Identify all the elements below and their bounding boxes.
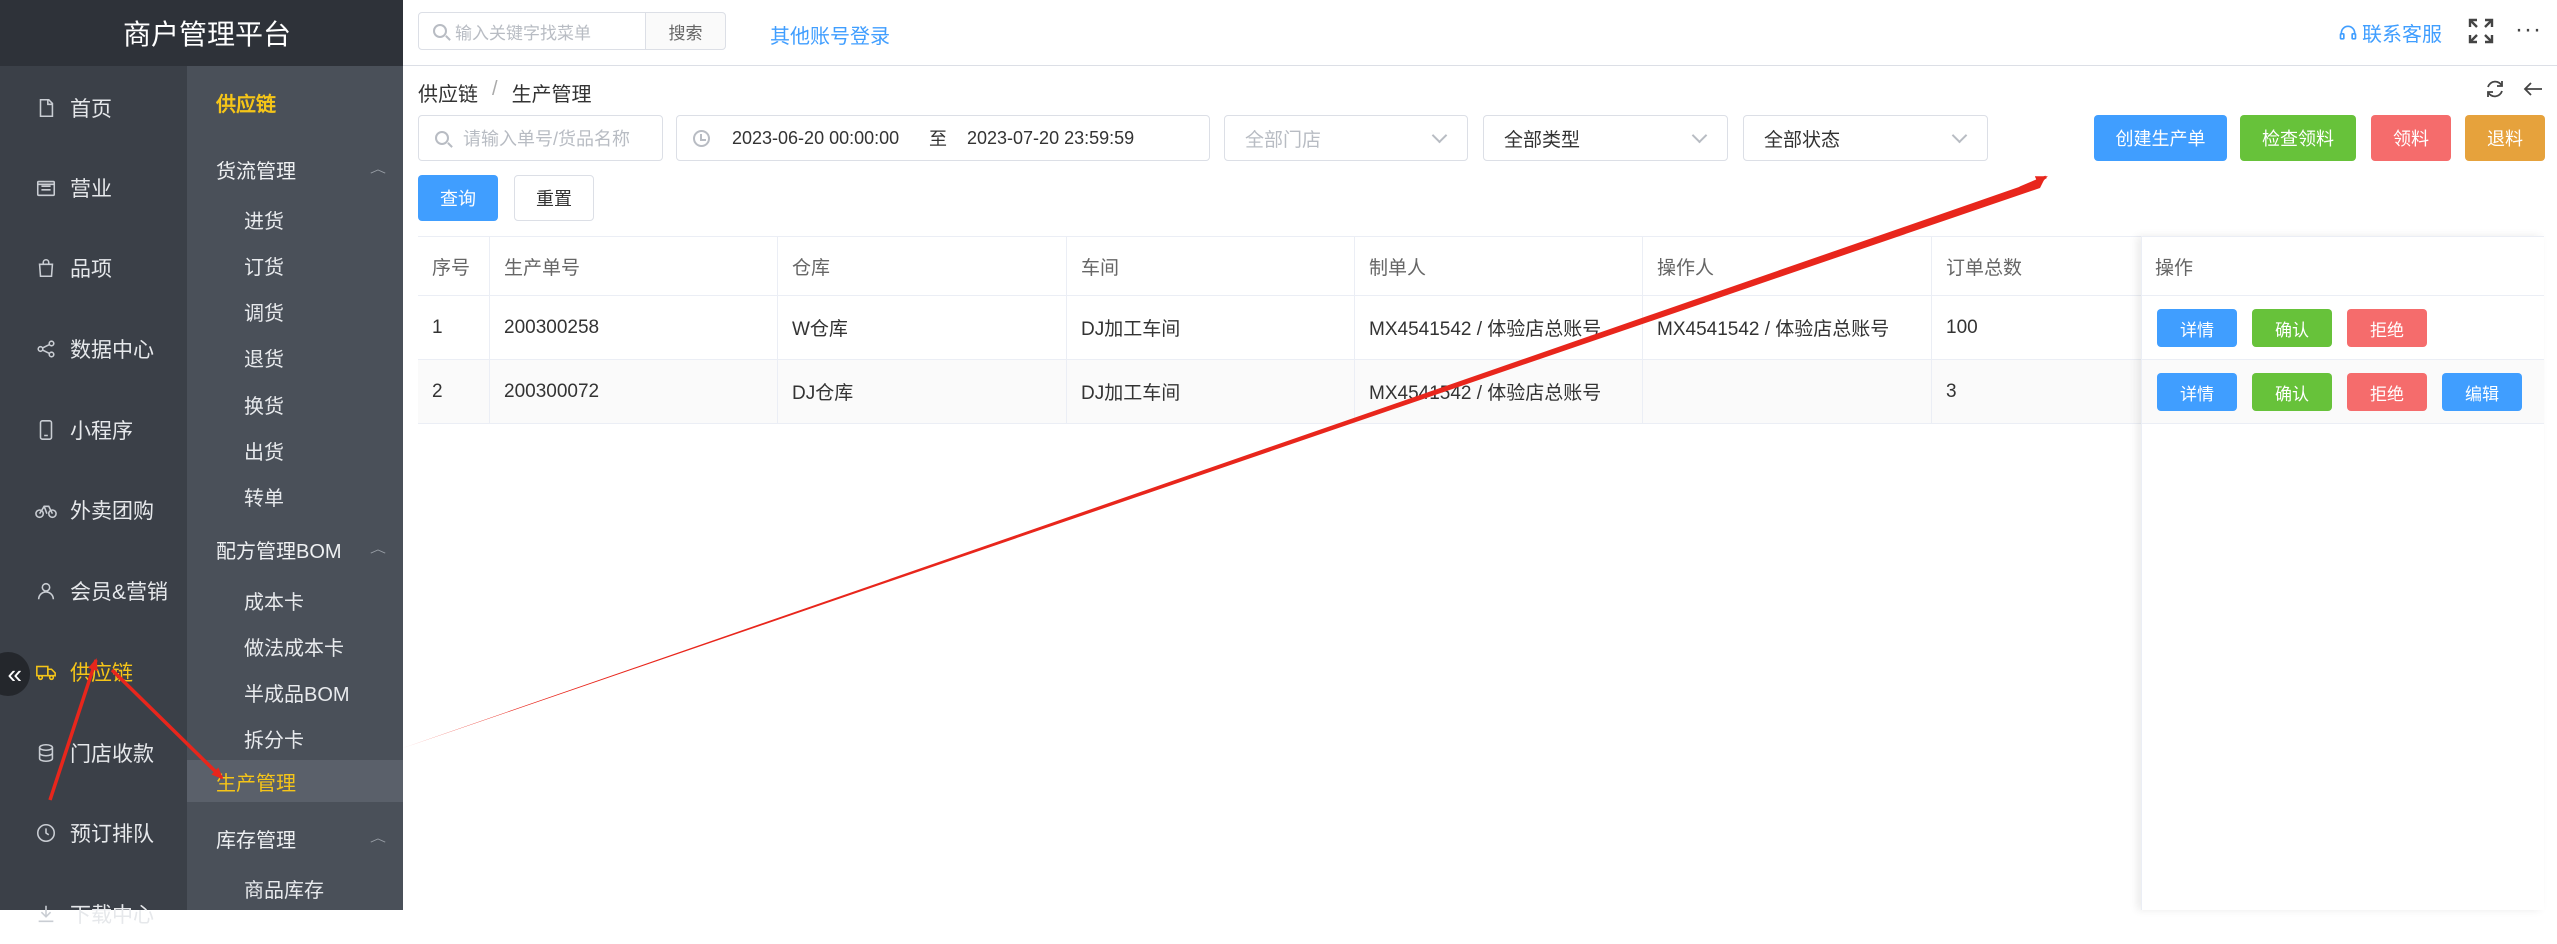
- clock-icon: [34, 821, 58, 845]
- headset-icon: [2339, 25, 2357, 40]
- breadcrumb-separator: /: [492, 78, 498, 100]
- submenu-item-outbound[interactable]: 出货: [244, 436, 284, 465]
- bike-icon: [34, 498, 58, 522]
- truck-icon: [34, 660, 58, 684]
- check-picking-button[interactable]: 检查领料: [2240, 115, 2356, 161]
- breadcrumb: 供应链 / 生产管理: [418, 78, 592, 107]
- coins-icon: [34, 741, 58, 765]
- chevron-up-icon: ︿: [369, 163, 386, 176]
- chevron-down-icon: [1431, 127, 1448, 144]
- register-icon: [34, 176, 58, 200]
- sidebar-item-store-payment[interactable]: 门店收款: [0, 723, 187, 783]
- cell-workshop: DJ加工车间: [1067, 360, 1355, 423]
- sidebar-item-products[interactable]: 品项: [0, 238, 187, 298]
- submenu-item-convert[interactable]: 转单: [244, 482, 284, 511]
- download-icon: [34, 902, 58, 926]
- cell-workshop: DJ加工车间: [1067, 296, 1355, 359]
- chevron-down-icon: [1951, 127, 1968, 144]
- submenu-item-return[interactable]: 退货: [244, 343, 284, 372]
- submenu-item-exchange[interactable]: 换货: [244, 390, 284, 419]
- breadcrumb-supply-chain[interactable]: 供应链: [418, 78, 478, 107]
- more-icon[interactable]: ···: [2515, 16, 2542, 44]
- submenu-item-stock[interactable]: 商品库存: [244, 874, 324, 903]
- col-index: 序号: [418, 237, 490, 295]
- cell-order-no: 200300258: [490, 296, 778, 359]
- cell-order-no: 200300072: [490, 360, 778, 423]
- sidebar-item-reservation[interactable]: 预订排队: [0, 803, 187, 863]
- submenu-item-semi-bom[interactable]: 半成品BOM: [244, 678, 350, 707]
- date-end: 2023-07-20 23:59:59: [967, 127, 1135, 148]
- type-select[interactable]: 全部类型: [1483, 115, 1728, 161]
- phone-icon: [34, 418, 58, 442]
- breadcrumb-production: 生产管理: [511, 84, 592, 106]
- contact-support-link[interactable]: 联系客服: [2338, 18, 2442, 47]
- chevron-up-icon: ︿: [369, 543, 386, 556]
- sidebar-item-download-center[interactable]: 下载中心: [0, 884, 187, 944]
- submenu-item-order[interactable]: 订货: [244, 251, 284, 280]
- pick-material-button[interactable]: 领料: [2371, 115, 2451, 161]
- fullscreen-icon[interactable]: [2468, 18, 2494, 44]
- submenu-item-production[interactable]: 生产管理: [187, 760, 403, 802]
- sidebar-item-mini-program[interactable]: 小程序: [0, 400, 187, 460]
- other-account-login-link[interactable]: 其他账号登录: [770, 20, 890, 49]
- cell-maker: MX4541542 / 体验店总账号: [1355, 296, 1643, 359]
- submenu-item-split-card[interactable]: 拆分卡: [244, 724, 304, 753]
- search-icon: [433, 24, 447, 38]
- query-button[interactable]: 查询: [418, 175, 498, 221]
- menu-search-input[interactable]: 输入关键字找菜单: [418, 12, 646, 50]
- user-icon: [34, 579, 58, 603]
- store-select[interactable]: 全部门店: [1224, 115, 1468, 161]
- date-range-separator: 至: [929, 129, 947, 149]
- sidebar-item-delivery[interactable]: 外卖团购: [0, 480, 187, 540]
- submenu-group-logistics[interactable]: 货流管理 ︿: [216, 155, 386, 184]
- date-range-picker[interactable]: 2023-06-20 00:00:00 至 2023-07-20 23:59:5…: [676, 115, 1210, 161]
- bag-icon: [34, 256, 58, 280]
- top-bar: [403, 0, 2557, 66]
- chevron-up-icon: ︿: [369, 832, 386, 845]
- submenu-group-inventory[interactable]: 库存管理 ︿: [216, 824, 386, 853]
- submenu-item-method-cost-card[interactable]: 做法成本卡: [244, 632, 344, 661]
- col-operator: 操作人: [1643, 237, 1932, 295]
- return-material-button[interactable]: 退料: [2465, 115, 2545, 161]
- submenu-title: 供应链: [216, 94, 276, 116]
- status-select[interactable]: 全部状态: [1743, 115, 1988, 161]
- submenu-group-bom[interactable]: 配方管理BOM ︿: [216, 535, 386, 564]
- col-order-no: 生产单号: [490, 237, 778, 295]
- cell-total: 3: [1946, 380, 1957, 402]
- cell-index: 1: [418, 296, 490, 359]
- sidebar-item-home[interactable]: 首页: [0, 78, 187, 138]
- app-title: 商户管理平台: [0, 0, 403, 66]
- submenu-item-cost-card[interactable]: 成本卡: [244, 586, 304, 615]
- submenu-item-purchase[interactable]: 进货: [244, 205, 284, 234]
- cell-operator: MX4541542 / 体验店总账号: [1643, 296, 1932, 359]
- fixed-actions-column: [2141, 236, 2544, 910]
- col-total: 订单总数: [1946, 257, 2023, 279]
- cell-total: 100: [1946, 316, 1978, 338]
- share-icon: [34, 337, 58, 361]
- date-start: 2023-06-20 00:00:00: [732, 127, 900, 148]
- sidebar-item-members[interactable]: 会员&营销: [0, 561, 187, 621]
- col-warehouse: 仓库: [778, 237, 1067, 295]
- order-keyword-input[interactable]: 请输入单号/货品名称: [418, 115, 663, 161]
- cell-operator: [1643, 360, 1932, 423]
- col-maker: 制单人: [1355, 237, 1643, 295]
- create-production-order-button[interactable]: 创建生产单: [2094, 115, 2227, 161]
- refresh-icon[interactable]: [2484, 78, 2506, 100]
- sidebar-item-business[interactable]: 营业: [0, 158, 187, 218]
- reset-button[interactable]: 重置: [514, 175, 594, 221]
- search-icon: [435, 131, 449, 145]
- cell-maker: MX4541542 / 体验店总账号: [1355, 360, 1643, 423]
- back-arrow-icon[interactable]: [2522, 78, 2544, 100]
- col-workshop: 车间: [1067, 237, 1355, 295]
- cell-index: 2: [418, 360, 490, 423]
- chevron-down-icon: [1691, 127, 1708, 144]
- document-icon: [34, 96, 58, 120]
- submenu-item-transfer[interactable]: 调货: [244, 297, 284, 326]
- cell-warehouse: DJ仓库: [778, 360, 1067, 423]
- menu-search-button[interactable]: 搜索: [645, 12, 726, 50]
- cell-warehouse: W仓库: [778, 296, 1067, 359]
- clock-icon: [693, 130, 710, 147]
- sidebar-item-data-center[interactable]: 数据中心: [0, 319, 187, 379]
